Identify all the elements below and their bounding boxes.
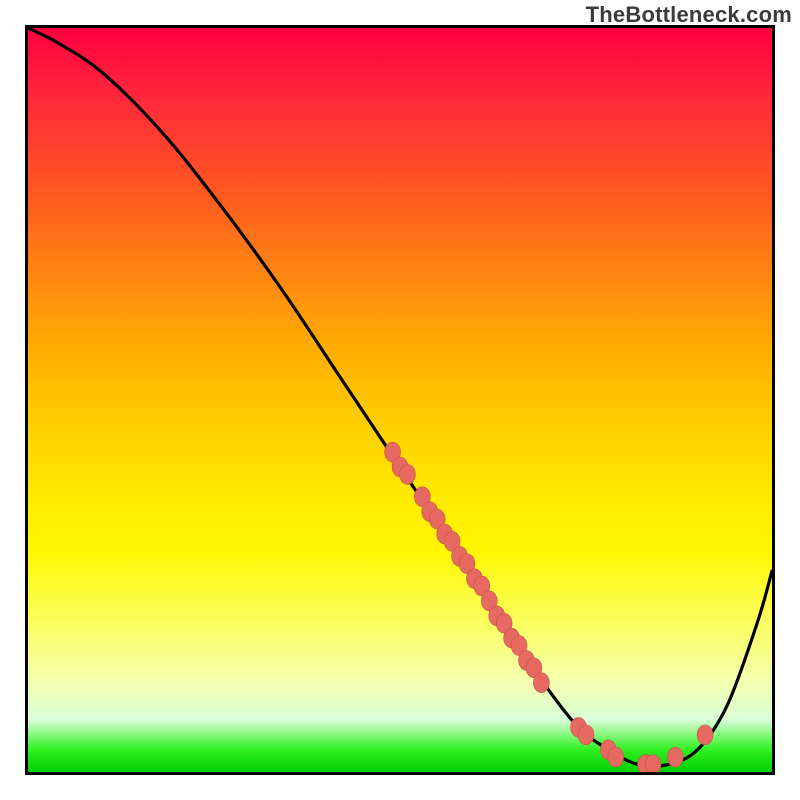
curve-markers (385, 442, 713, 772)
chart-stage: TheBottleneck.com (0, 0, 800, 800)
curve-marker (608, 747, 624, 767)
curve-marker (697, 725, 713, 745)
curve-marker (400, 464, 416, 484)
curve-marker (667, 747, 683, 767)
curve-layer (28, 28, 772, 772)
curve-marker (645, 755, 661, 772)
plot-frame (25, 25, 775, 775)
bottleneck-curve (28, 28, 772, 766)
curve-marker (533, 673, 549, 693)
curve-marker (578, 725, 594, 745)
